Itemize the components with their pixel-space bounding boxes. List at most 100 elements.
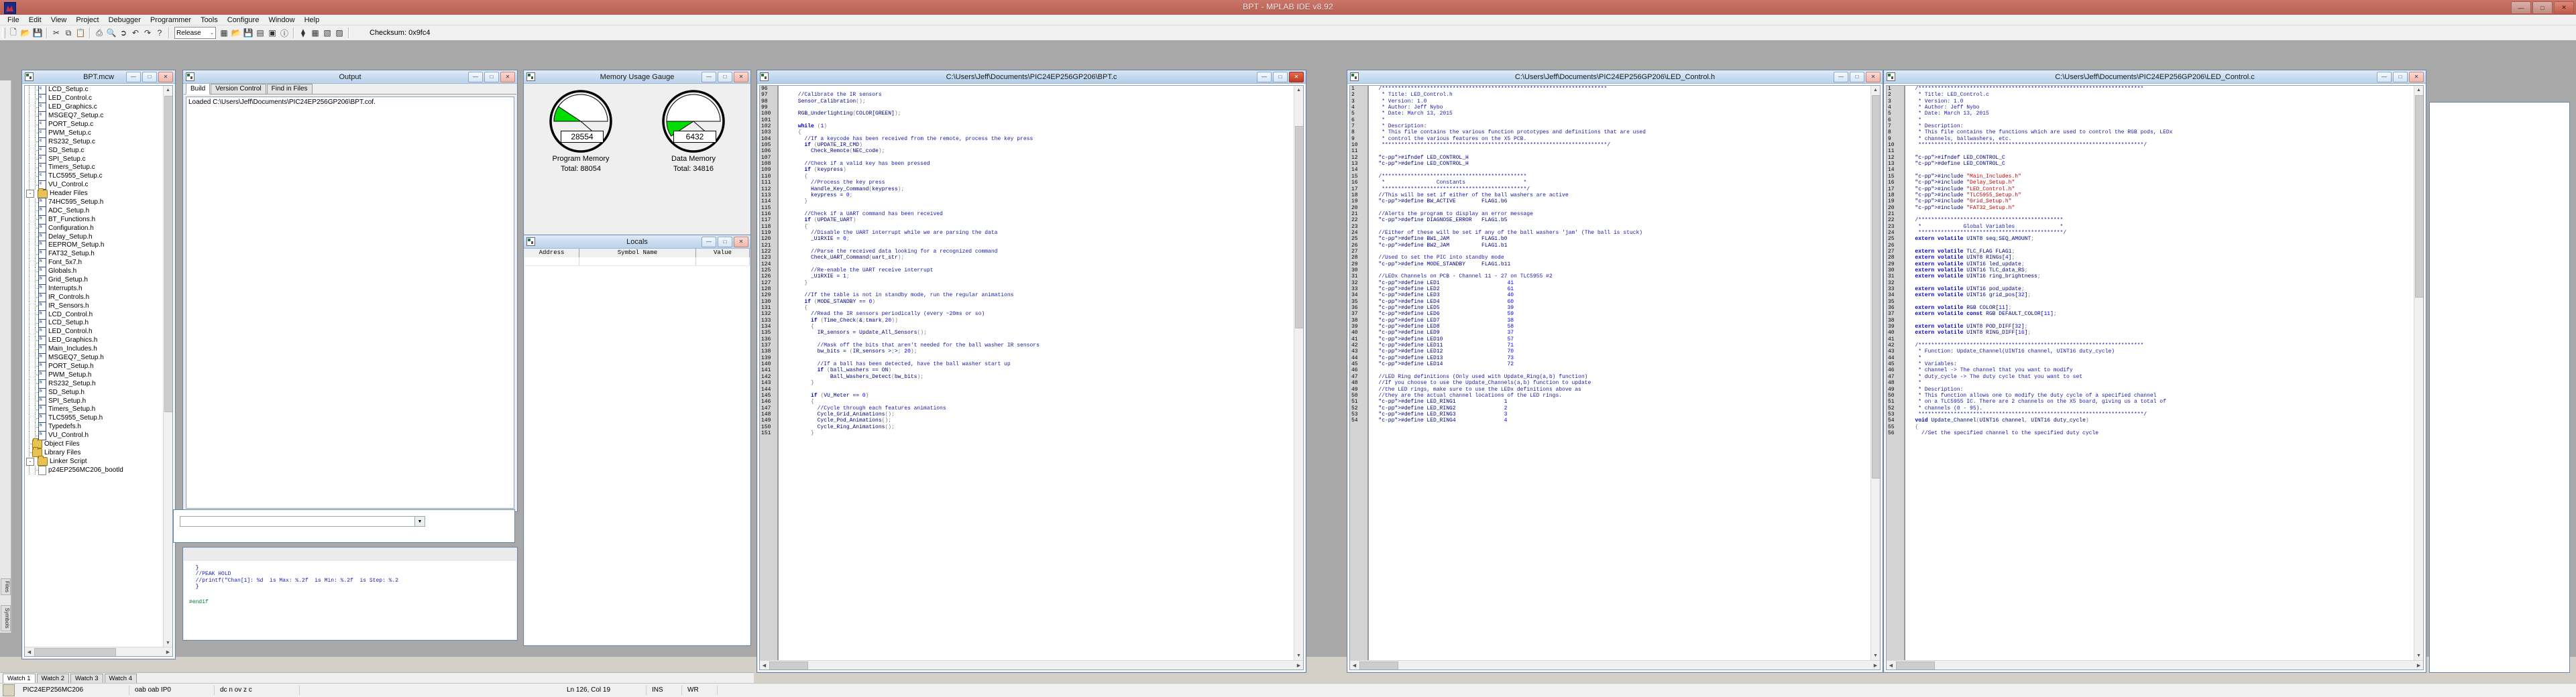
tree-item[interactable]: h Configuration.h xyxy=(25,223,164,233)
bpt-close-button[interactable]: ✕ xyxy=(1289,71,1304,82)
replace-icon[interactable]: ➲ xyxy=(117,27,129,39)
bpt-hscroll-thumb[interactable] xyxy=(769,661,808,670)
tree-item[interactable]: h MSGEQ7_Setup.h xyxy=(25,353,164,363)
build-project-icon[interactable]: ▦ xyxy=(218,27,230,39)
info-icon[interactable]: ⓘ xyxy=(278,27,290,39)
tree-item[interactable]: Library Files xyxy=(25,447,164,458)
tab-find-in-files[interactable]: Find in Files xyxy=(266,84,313,94)
bpt-restore-button[interactable]: □ xyxy=(1273,71,1288,82)
project-tree-vscroll-thumb[interactable] xyxy=(164,96,172,412)
tree-item[interactable]: h LED_Graphics.h xyxy=(25,336,164,346)
tree-item[interactable]: h SPI_Setup.h xyxy=(25,396,164,406)
tab-watch-2[interactable]: Watch 2 xyxy=(36,673,69,684)
scroll-up-icon[interactable]: ▲ xyxy=(1871,86,1880,94)
tab-watch-1[interactable]: Watch 1 xyxy=(3,673,36,684)
table-row[interactable] xyxy=(524,257,750,266)
tree-item[interactable]: h LCD_Control.h xyxy=(25,310,164,320)
menu-project[interactable]: Project xyxy=(71,15,103,25)
scroll-right-icon[interactable]: ▶ xyxy=(164,647,172,656)
tree-item[interactable]: h EEPROM_Setup.h xyxy=(25,241,164,251)
tab-watch-3[interactable]: Watch 3 xyxy=(70,673,103,684)
output-restore-button[interactable]: □ xyxy=(484,71,499,82)
menu-programmer[interactable]: Programmer xyxy=(146,15,196,25)
ledc-restore-button[interactable]: □ xyxy=(2393,71,2408,82)
scroll-left-icon[interactable]: ◀ xyxy=(1350,661,1359,670)
tree-item[interactable]: h Timers_Setup.h xyxy=(25,405,164,415)
scroll-down-icon[interactable]: ▼ xyxy=(1294,651,1303,660)
cut-icon[interactable]: ✂ xyxy=(50,27,62,39)
ledh-restore-button[interactable]: □ xyxy=(1850,71,1864,82)
ledc-window-titlebar[interactable]: C:\Users\Jeff\Documents\PIC24EP256GP206\… xyxy=(1884,70,2426,84)
ledh-hscrollbar[interactable]: ◀ ▶ xyxy=(1350,660,1880,670)
tree-item[interactable]: h IR_Controls.h xyxy=(25,292,164,302)
locals-minimize-button[interactable]: — xyxy=(702,236,716,247)
gauge-minimize-button[interactable]: — xyxy=(702,71,716,82)
print-icon[interactable]: ⎙ xyxy=(93,27,105,39)
menu-debugger[interactable]: Debugger xyxy=(104,15,146,25)
tree-item[interactable]: h Typedefs.h xyxy=(25,422,164,432)
bpt-minimize-button[interactable]: — xyxy=(1257,71,1272,82)
build-options-icon[interactable]: ▤ xyxy=(254,27,266,39)
tree-item[interactable]: h PORT_Setup.h xyxy=(25,361,164,371)
scroll-up-icon[interactable]: ▲ xyxy=(164,86,172,94)
tree-item[interactable]: c VU_Control.c xyxy=(25,180,164,190)
tree-item[interactable]: c PORT_Setup.c xyxy=(25,120,164,130)
tree-item[interactable]: h Grid_Setup.h xyxy=(25,275,164,286)
dock-tab-files[interactable]: Files xyxy=(1,578,11,595)
tree-item[interactable]: h Delay_Setup.h xyxy=(25,232,164,242)
locals-window-titlebar[interactable]: Locals — □ ✕ xyxy=(524,235,750,249)
tree-item[interactable]: h ADC_Setup.h xyxy=(25,206,164,216)
tree-item[interactable]: c RS232_Setup.c xyxy=(25,137,164,147)
verify-icon[interactable]: ▧ xyxy=(321,27,333,39)
scroll-left-icon[interactable]: ◀ xyxy=(1887,661,1895,670)
ledh-hscroll-thumb[interactable] xyxy=(1359,661,1398,670)
tree-item[interactable]: Object Files xyxy=(25,438,164,449)
maximize-button[interactable]: □ xyxy=(2532,1,2553,14)
find-icon[interactable]: 🔍 xyxy=(105,27,117,39)
redo-icon[interactable]: ↷ xyxy=(142,27,154,39)
dock-tab-symbols[interactable]: Symbols xyxy=(1,605,11,631)
tree-item[interactable]: h BT_Functions.h xyxy=(25,214,164,225)
scroll-right-icon[interactable]: ▶ xyxy=(1871,661,1880,670)
menu-tools[interactable]: Tools xyxy=(196,15,223,25)
close-button[interactable]: ✕ xyxy=(2554,1,2574,14)
scroll-left-icon[interactable]: ◀ xyxy=(760,661,769,670)
tree-item[interactable]: h TLC5955_Setup.h xyxy=(25,414,164,424)
tree-item[interactable]: h PWM_Setup.h xyxy=(25,370,164,380)
locals-col-address[interactable]: Address xyxy=(524,249,580,257)
erase-icon[interactable]: ▨ xyxy=(333,27,345,39)
menu-window[interactable]: Window xyxy=(264,15,299,25)
tree-item[interactable]: c SD_Setup.c xyxy=(25,145,164,155)
find-input[interactable] xyxy=(180,516,416,527)
ledh-window-titlebar[interactable]: C:\Users\Jeff\Documents\PIC24EP256GP206\… xyxy=(1347,70,1883,84)
tree-item[interactable]: c Timers_Setup.c xyxy=(25,163,164,173)
ledc-hscrollbar[interactable]: ◀ ▶ xyxy=(1887,660,2423,670)
ledc-close-button[interactable]: ✕ xyxy=(2409,71,2424,82)
ledh-minimize-button[interactable]: — xyxy=(1834,71,1848,82)
bpt-code-area[interactable]: //Calibrate the IR sensors Sensor_Calibr… xyxy=(779,86,1294,660)
tree-item[interactable]: c TLC5955_Setup.c xyxy=(25,172,164,182)
minimize-button[interactable]: — xyxy=(2511,1,2531,14)
paste-icon[interactable]: 📋 xyxy=(74,27,87,39)
project-tree[interactable]: c LCD_Setup.c c LED_Control.c c LED_Graphics.… xyxy=(25,86,164,656)
locals-close-button[interactable]: ✕ xyxy=(734,236,748,247)
ledc-code-area[interactable]: /***************************************… xyxy=(1905,86,2414,660)
gauge-restore-button[interactable]: □ xyxy=(718,71,732,82)
tree-item[interactable]: h RS232_Setup.h xyxy=(25,379,164,389)
ledh-close-button[interactable]: ✕ xyxy=(1866,71,1881,82)
locals-col-symbol-name[interactable]: Symbol Name xyxy=(579,249,696,257)
gauge-window-titlebar[interactable]: Memory Usage Gauge — □ ✕ xyxy=(524,70,750,84)
menu-help[interactable]: Help xyxy=(300,15,325,25)
tree-item[interactable]: h IR_Sensors.h xyxy=(25,301,164,311)
tree-expander-icon[interactable]: - xyxy=(26,190,34,198)
project-tree-hscrollbar[interactable]: ◀ ▶ xyxy=(25,647,172,656)
tree-item[interactable]: c PWM_Setup.c xyxy=(25,128,164,138)
project-close-button[interactable]: ✕ xyxy=(158,71,173,82)
bpt-vscrollbar[interactable]: ▲ ▼ xyxy=(1294,86,1303,660)
tree-item[interactable]: h Interrupts.h xyxy=(25,283,164,294)
scroll-right-icon[interactable]: ▶ xyxy=(1294,661,1303,670)
make-icon[interactable]: 📂 xyxy=(230,27,242,39)
ledc-hscroll-thumb[interactable] xyxy=(1896,661,1935,670)
tree-item[interactable]: c LCD_Setup.c xyxy=(25,86,164,95)
tree-expander-icon[interactable]: - xyxy=(26,457,34,466)
